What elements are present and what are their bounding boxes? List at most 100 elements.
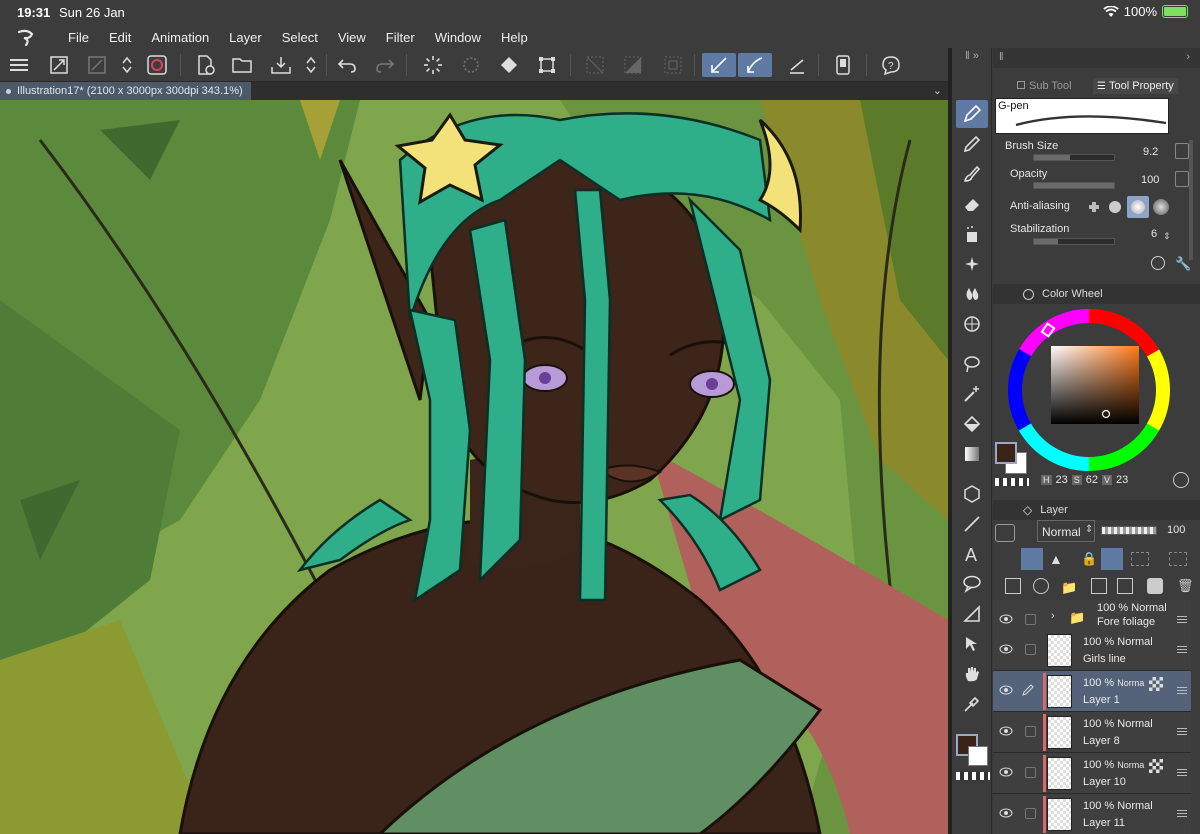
fullscreen-icon[interactable] — [46, 53, 72, 77]
layer-lock-icon[interactable] — [1025, 767, 1036, 778]
menu-edit[interactable]: Edit — [99, 30, 141, 45]
layer-mask-icon[interactable] — [1147, 578, 1163, 594]
drawing-canvas[interactable] — [0, 100, 948, 834]
mask-disabled-icon[interactable] — [1131, 552, 1149, 566]
lock-layer-icon[interactable]: 🔒 — [1081, 551, 1097, 567]
property-scrollbar[interactable] — [1189, 140, 1193, 260]
ruler-disabled-icon[interactable] — [1169, 552, 1187, 566]
opacity-value[interactable]: 100 — [1141, 174, 1159, 186]
undo-icon[interactable] — [334, 53, 360, 77]
aa-weak-icon[interactable] — [1109, 201, 1121, 213]
collapse-chevrons-icon[interactable]: ‖ » — [956, 50, 988, 66]
hand-tool-icon[interactable] — [956, 660, 988, 688]
sub-color-swatch[interactable] — [968, 746, 988, 766]
transparent-color-swatch[interactable] — [956, 772, 990, 780]
delete-layer-icon[interactable]: 🗑 — [1177, 578, 1194, 594]
menu-file[interactable]: File — [58, 30, 99, 45]
layer-lock-icon[interactable] — [1025, 808, 1036, 819]
merge-down-icon[interactable] — [1117, 578, 1133, 594]
fill-tool-icon[interactable] — [956, 410, 988, 438]
layer-menu-icon[interactable] — [1177, 808, 1187, 820]
layer-row[interactable]: 100 % Normal Layer 11 — [993, 794, 1191, 834]
aa-medium-icon[interactable] — [1127, 196, 1149, 218]
snap-to-special-ruler-icon[interactable] — [738, 53, 772, 77]
selection-border-disabled-icon[interactable] — [660, 53, 686, 77]
layer-menu-icon[interactable] — [1177, 644, 1187, 656]
layer-menu-icon[interactable] — [1177, 614, 1187, 626]
save-options-arrows-icon[interactable] — [298, 53, 324, 77]
wrench-settings-icon[interactable]: 🔧 — [1175, 256, 1191, 272]
balloon-tool-icon[interactable] — [956, 570, 988, 598]
new-canvas-icon[interactable] — [192, 53, 218, 77]
color-wheel-transparent-swatch[interactable] — [995, 478, 1029, 486]
menu-view[interactable]: View — [328, 30, 376, 45]
magic-wand-tool-icon[interactable] — [956, 380, 988, 408]
brush-tool-icon[interactable] — [956, 160, 988, 188]
text-tool-icon[interactable]: A — [956, 540, 988, 568]
layer-opacity-value[interactable]: 100 — [1167, 524, 1185, 536]
menu-filter[interactable]: Filter — [376, 30, 425, 45]
open-folder-icon[interactable] — [230, 53, 256, 77]
lock-transparent-pixels-icon[interactable] — [1101, 548, 1123, 570]
eye-icon[interactable] — [999, 685, 1013, 695]
layer-lock-icon[interactable] — [1025, 726, 1036, 737]
layer-lock-icon[interactable] — [1025, 614, 1036, 625]
help-tips-icon[interactable]: ? — [878, 53, 904, 77]
layer-menu-icon[interactable] — [1177, 767, 1187, 779]
folder-expand-chevron-icon[interactable]: › — [1051, 610, 1055, 622]
new-raster-layer-icon[interactable] — [1005, 578, 1021, 594]
3d-figure-tool-icon[interactable] — [956, 480, 988, 508]
eye-icon[interactable] — [999, 808, 1013, 818]
blend-mode-stepper-icon[interactable]: ⇕ — [1085, 524, 1093, 535]
layer-lock-icon[interactable] — [1025, 644, 1036, 655]
layer-menu-icon[interactable] — [1177, 726, 1187, 738]
eraser-tool-icon[interactable] — [956, 190, 988, 218]
operation-tool-icon[interactable] — [956, 630, 988, 658]
collapse-right-chevron-icon[interactable]: › — [1186, 51, 1190, 63]
fill-bucket-icon[interactable] — [496, 53, 522, 77]
line-tool-icon[interactable] — [956, 510, 988, 538]
brush-size-pressure-icon[interactable] — [1175, 143, 1189, 159]
stabilization-value[interactable]: 6 — [1151, 228, 1157, 240]
pencil-tool-icon[interactable] — [956, 130, 988, 158]
layer-row[interactable]: 100 % Norma Layer 10 — [993, 753, 1191, 794]
snap-to-grid-icon[interactable] — [784, 53, 810, 77]
layer-opacity-slider[interactable] — [1101, 526, 1157, 535]
eye-icon[interactable] — [999, 726, 1013, 736]
transform-disabled-icon[interactable] — [84, 53, 110, 77]
eyedropper-tool-icon[interactable] — [956, 690, 988, 718]
transfer-down-icon[interactable] — [1091, 578, 1107, 594]
invert-selection-disabled-icon[interactable] — [620, 53, 646, 77]
eye-icon[interactable] — [999, 767, 1013, 777]
new-folder-icon[interactable]: 📁 — [1061, 580, 1077, 596]
document-tab[interactable]: Illustration17* (2100 x 3000px 300dpi 34… — [0, 82, 251, 100]
smartphone-connect-icon[interactable] — [830, 53, 856, 77]
reference-layer-icon[interactable]: ▲ — [1049, 551, 1063, 567]
menu-animation[interactable]: Animation — [141, 30, 219, 45]
menu-select[interactable]: Select — [272, 30, 328, 45]
menu-window[interactable]: Window — [425, 30, 491, 45]
stabilization-slider[interactable] — [1033, 238, 1115, 245]
color-wheel-main-swatch[interactable] — [995, 442, 1017, 464]
color-mode-toggle-icon[interactable] — [1173, 472, 1189, 488]
gradient-tool-icon[interactable] — [956, 440, 988, 468]
layer-color-mode-icon[interactable] — [995, 524, 1015, 542]
companion-icon[interactable] — [144, 53, 170, 77]
tab-tool-property[interactable]: ☰ Tool Property — [1093, 78, 1178, 94]
clip-to-layer-below-icon[interactable] — [1021, 548, 1043, 570]
spinner-icon[interactable] — [420, 53, 446, 77]
reset-timer-icon[interactable] — [1151, 256, 1165, 270]
stabilization-stepper-icon[interactable]: ⇕ — [1163, 231, 1171, 242]
snap-to-ruler-icon[interactable] — [702, 53, 736, 77]
tab-list-chevron-icon[interactable]: ⌄ — [933, 84, 942, 97]
crop-transform-icon[interactable] — [534, 53, 560, 77]
liquify-tool-icon[interactable] — [956, 310, 988, 338]
layer-row[interactable]: 100 % Normal Layer 8 — [993, 712, 1191, 753]
airbrush-tool-icon[interactable] — [956, 220, 988, 248]
deselect-disabled-icon[interactable] — [582, 53, 608, 77]
tab-sub-tool[interactable]: Sub Tool — [1017, 80, 1072, 92]
app-logo-icon[interactable] — [0, 26, 58, 48]
eye-icon[interactable] — [999, 644, 1013, 654]
select-spinner-disabled-icon[interactable] — [458, 53, 484, 77]
menu-help[interactable]: Help — [491, 30, 538, 45]
